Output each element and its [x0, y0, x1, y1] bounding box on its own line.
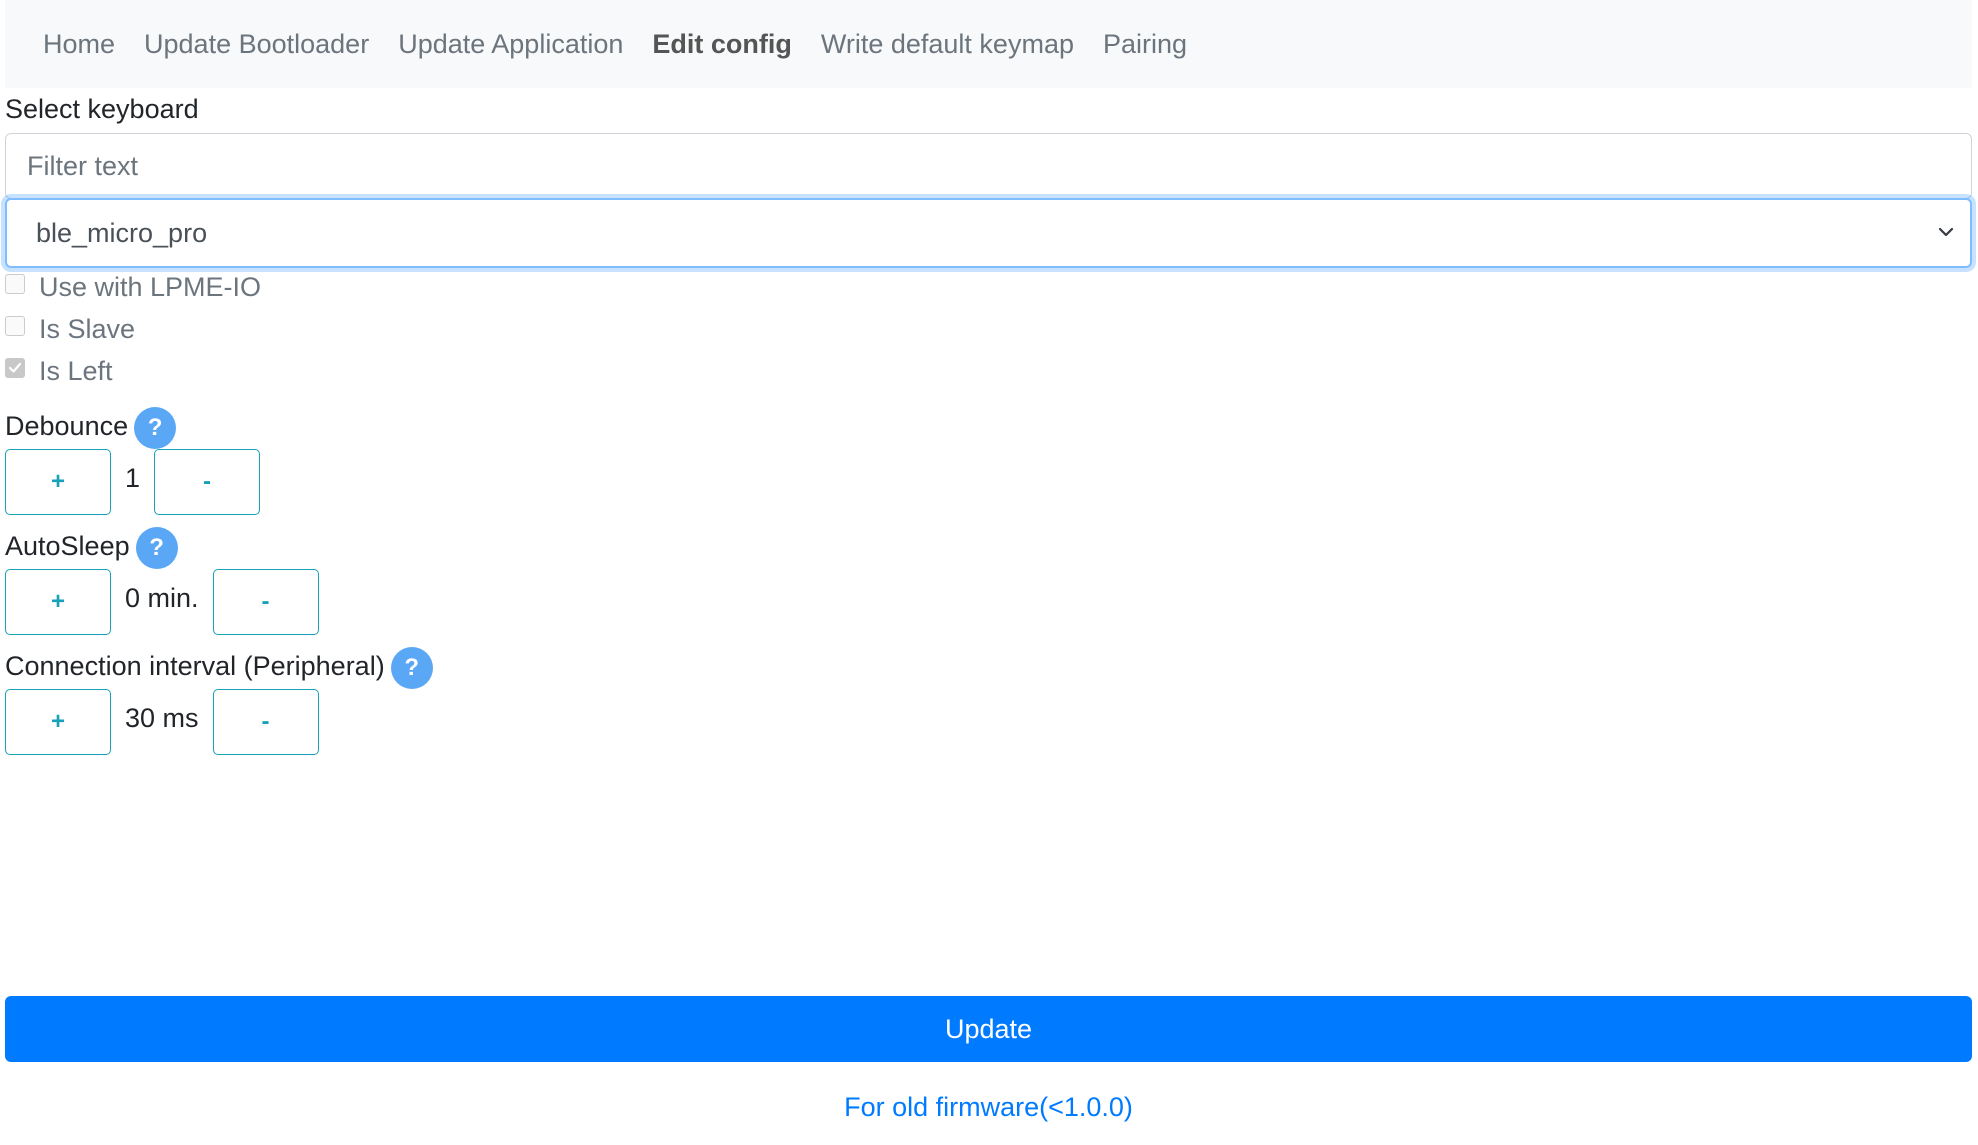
conn-interval-label: Connection interval (Peripheral) — [5, 650, 385, 681]
conn-interval-stepper: + 30 ms - — [5, 689, 319, 755]
select-keyboard-label: Select keyboard — [5, 94, 199, 124]
autosleep-stepper: + 0 min. - — [5, 569, 319, 635]
is-left-option: Is Left — [5, 356, 113, 387]
use-lpme-io-label: Use with LPME-IO — [39, 272, 262, 302]
question-circle-icon[interactable]: ? — [135, 527, 178, 569]
conn-interval-minus-button[interactable]: - — [212, 689, 319, 755]
nav-home[interactable]: Home — [43, 29, 115, 60]
conn-interval-label-row: Connection interval (Peripheral) ? — [5, 645, 433, 689]
question-circle-icon[interactable]: ? — [390, 647, 433, 689]
is-slave-label: Is Slave — [39, 314, 136, 344]
debounce-plus-button[interactable]: + — [5, 449, 111, 515]
keyboard-select-value: ble_micro_pro — [36, 217, 208, 248]
chevron-down-icon — [1938, 227, 1954, 237]
autosleep-label: AutoSleep — [5, 530, 130, 561]
is-left-label: Is Left — [39, 356, 113, 386]
check-icon — [8, 362, 22, 373]
is-left-checkbox[interactable] — [5, 357, 25, 378]
nav-write-default-keymap[interactable]: Write default keymap — [821, 29, 1074, 60]
old-firmware-link: For old firmware(<1.0.0) — [5, 1092, 1972, 1123]
navbar: Home Update Bootloader Update Applicatio… — [5, 0, 1972, 88]
autosleep-label-row: AutoSleep ? — [5, 525, 178, 569]
nav-update-application[interactable]: Update Application — [398, 29, 623, 60]
question-circle-icon[interactable]: ? — [134, 407, 177, 449]
autosleep-plus-button[interactable]: + — [5, 569, 111, 635]
debounce-stepper: + 1 - — [5, 449, 261, 515]
use-lpme-io-checkbox[interactable] — [5, 273, 25, 294]
conn-interval-plus-button[interactable]: + — [5, 689, 111, 755]
autosleep-minus-button[interactable]: - — [212, 569, 319, 635]
is-slave-option: Is Slave — [5, 314, 135, 345]
conn-interval-value: 30 ms — [125, 702, 199, 733]
nav-edit-config[interactable]: Edit config — [652, 29, 791, 60]
use-lpme-io-option: Use with LPME-IO — [5, 272, 261, 303]
debounce-label-row: Debounce ? — [5, 405, 177, 449]
nav-update-bootloader[interactable]: Update Bootloader — [144, 29, 369, 60]
old-firmware-link-text[interactable]: For old firmware(<1.0.0) — [844, 1092, 1133, 1122]
nav-pairing[interactable]: Pairing — [1103, 29, 1187, 60]
autosleep-value: 0 min. — [125, 582, 199, 613]
debounce-value: 1 — [125, 462, 141, 493]
debounce-label: Debounce — [5, 410, 129, 441]
is-slave-checkbox[interactable] — [5, 315, 25, 336]
update-button[interactable]: Update — [5, 996, 1972, 1062]
filter-text-input[interactable] — [5, 133, 1972, 199]
debounce-minus-button[interactable]: - — [154, 449, 261, 515]
page: Home Update Bootloader Update Applicatio… — [5, 0, 1972, 1122]
keyboard-select[interactable]: ble_micro_pro — [5, 198, 1972, 268]
